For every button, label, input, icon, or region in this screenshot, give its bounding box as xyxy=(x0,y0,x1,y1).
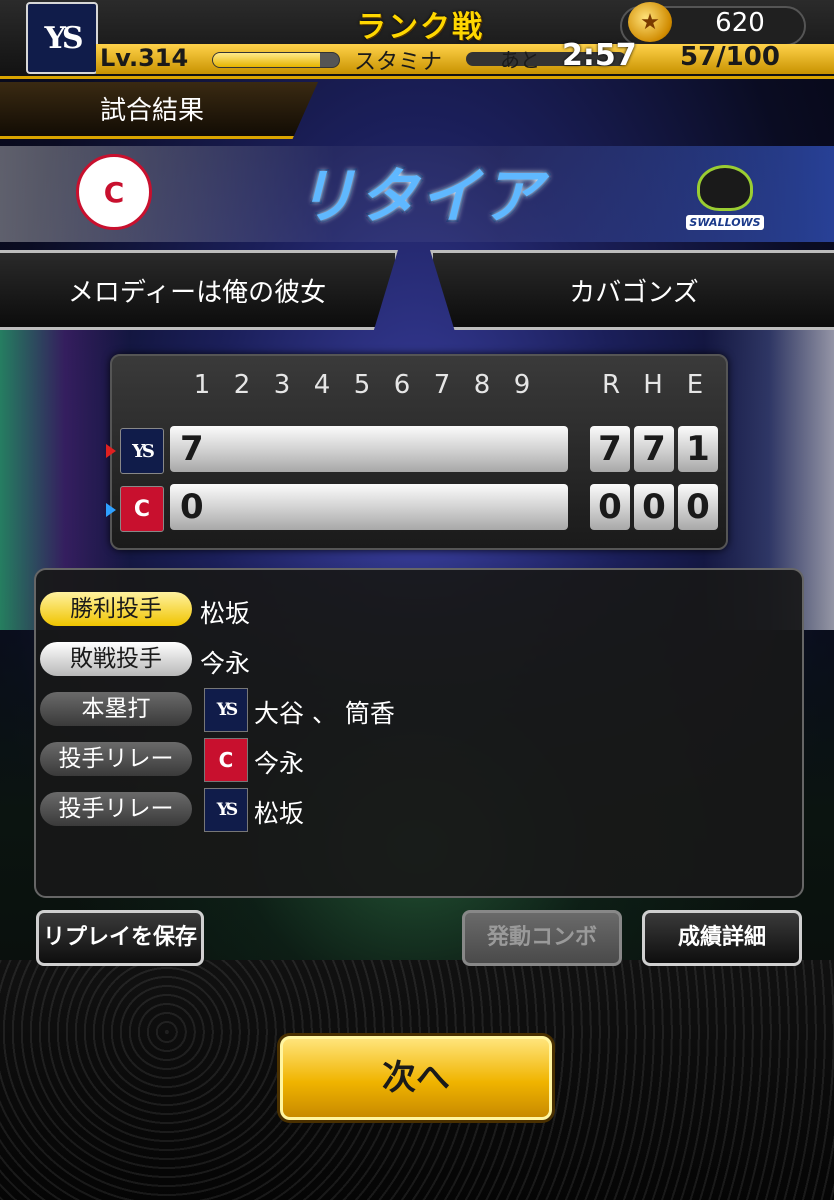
inning-3: 3 xyxy=(273,370,291,400)
level-label: Lv.314 xyxy=(100,44,189,72)
stats-detail-button[interactable]: 成績詳細 xyxy=(642,910,802,966)
stamina-label: スタミナ xyxy=(354,50,443,75)
bottom-team-arrow-icon xyxy=(106,503,116,517)
inning-5: 5 xyxy=(353,370,371,400)
result-tab-label: 試合結果 xyxy=(100,96,205,126)
inning-8: 8 xyxy=(473,370,491,400)
bottom-team-errors: 0 xyxy=(678,484,718,530)
lose-pitcher-tag: 敗戦投手 xyxy=(40,642,192,676)
yakult-logo-icon: YS xyxy=(204,688,248,732)
top-team-line-score: 7 xyxy=(170,426,568,472)
away-team-name: カバゴンズ xyxy=(569,277,699,308)
runs-header: R xyxy=(601,370,621,400)
coin-value: 620 xyxy=(715,8,765,38)
next-button[interactable]: 次へ xyxy=(280,1036,552,1120)
combo-button[interactable]: 発動コンボ xyxy=(462,910,622,966)
errors-header: E xyxy=(686,370,704,400)
coin-icon: ★ xyxy=(628,2,672,42)
bottom-team-runs: 0 xyxy=(590,484,630,530)
inning-9: 9 xyxy=(513,370,531,400)
win-pitcher-tag: 勝利投手 xyxy=(40,592,192,626)
carp-logo-icon: C xyxy=(204,738,248,782)
carp-logo-icon: C xyxy=(120,486,164,532)
relief-pitcher-1: 今永 xyxy=(254,749,305,778)
rhe-header: R H E xyxy=(590,370,716,404)
inning-1: 1 xyxy=(193,370,211,400)
team-badge-icon[interactable]: YS xyxy=(26,2,98,74)
top-team-hits: 7 xyxy=(634,426,674,472)
top-team-arrow-icon xyxy=(106,444,116,458)
carp-logo-icon: C xyxy=(76,154,152,230)
stamina-count: 57/100 xyxy=(680,42,780,72)
top-team-runs: 7 xyxy=(590,426,630,472)
bottom-team-hits: 0 xyxy=(634,484,674,530)
relief-tag-1: 投手リレー xyxy=(40,742,192,776)
level-progress-bar xyxy=(212,52,340,68)
level-progress-fill xyxy=(213,53,321,67)
swallows-logo-icon: SWALLOWS xyxy=(686,150,764,230)
win-pitcher-name: 松坂 xyxy=(200,599,251,628)
away-team-plate: カバゴンズ xyxy=(430,250,834,330)
save-replay-button[interactable]: リプレイを保存 xyxy=(36,910,204,966)
home-team-plate: メロディーは俺の彼女 xyxy=(0,250,398,330)
innings-header: 1 2 3 4 5 6 7 8 9 xyxy=(182,370,542,404)
inning-4: 4 xyxy=(313,370,331,400)
lose-pitcher-name: 今永 xyxy=(200,649,251,678)
hits-header: H xyxy=(643,370,663,400)
home-team-name: メロディーは俺の彼女 xyxy=(67,277,327,308)
swallows-bird-icon xyxy=(697,165,753,211)
bottom-team-line-score: 0 xyxy=(170,484,568,530)
inning-6: 6 xyxy=(393,370,411,400)
relief-tag-2: 投手リレー xyxy=(40,792,192,826)
result-text: リタイア xyxy=(296,162,544,232)
stamina-remaining-label: あと xyxy=(500,48,540,72)
swallows-logo-text: SWALLOWS xyxy=(686,215,764,230)
inning-2: 2 xyxy=(233,370,251,400)
relief-pitcher-2: 松坂 xyxy=(254,799,305,828)
yakult-logo-icon: YS xyxy=(120,428,164,474)
stamina-timer: 2:57 xyxy=(562,38,637,73)
yakult-logo-icon: YS xyxy=(204,788,248,832)
home-run-players: 大谷 、 筒香 xyxy=(254,699,395,728)
inning-7: 7 xyxy=(433,370,451,400)
top-team-errors: 1 xyxy=(678,426,718,472)
home-run-tag: 本塁打 xyxy=(40,692,192,726)
mode-title: ランク戦 xyxy=(356,10,484,45)
